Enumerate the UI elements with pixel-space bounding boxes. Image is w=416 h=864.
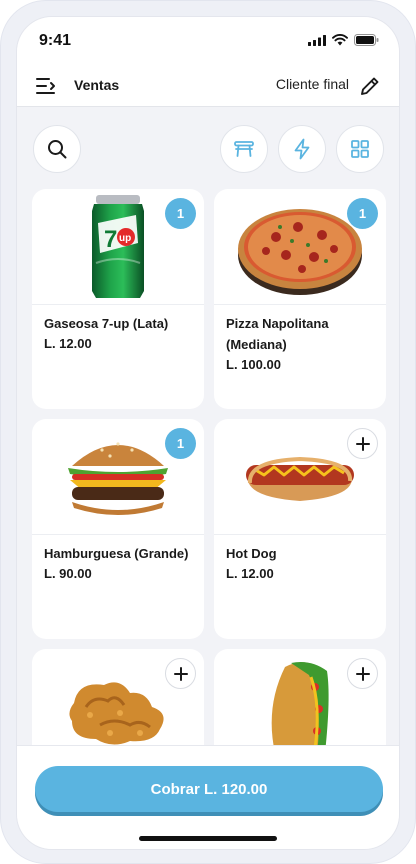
product-name: Hamburguesa (Grande) xyxy=(44,546,189,561)
home-indicator xyxy=(139,836,277,841)
plus-icon xyxy=(173,666,188,681)
product-card[interactable]: Hot Dog L. 12.00 xyxy=(214,419,386,639)
product-name: Gaseosa 7-up (Lata) xyxy=(44,316,169,331)
quantity-badge: 1 xyxy=(165,428,196,459)
product-price: L. 100.00 xyxy=(226,357,281,372)
checkout-footer: Cobrar L. 120.00 xyxy=(17,745,399,849)
product-image-area: 1 xyxy=(32,419,204,534)
product-name: Pizza Napolitana (Mediana) xyxy=(226,316,329,352)
checkout-button[interactable]: Cobrar L. 120.00 xyxy=(35,766,383,812)
product-card[interactable]: 1 Pizza Napolitana (Mediana) L. 100.00 xyxy=(214,189,386,409)
client-selector[interactable]: Cliente final xyxy=(276,76,349,92)
phone-frame: 9:41 Ventas Cliente final 7 up 1 Gaseosa… xyxy=(0,0,416,864)
quick-sale-button[interactable] xyxy=(278,125,326,173)
burger-image xyxy=(68,441,168,515)
product-price: L. 12.00 xyxy=(44,336,92,351)
svg-text:7: 7 xyxy=(104,226,117,253)
page-title: Ventas xyxy=(74,77,120,93)
product-price: L. 90.00 xyxy=(44,566,92,581)
tables-button[interactable] xyxy=(220,125,268,173)
product-image-area: 1 xyxy=(214,189,386,304)
product-name: Hot Dog xyxy=(226,546,277,561)
fried-chicken-image xyxy=(69,681,164,745)
app-header: Ventas Cliente final xyxy=(17,65,399,107)
product-card[interactable]: 1 Hamburguesa (Grande) L. 90.00 xyxy=(32,419,204,639)
quantity-badge: 1 xyxy=(165,198,196,229)
app-screen: 9:41 Ventas Cliente final 7 up 1 Gaseosa… xyxy=(16,16,400,850)
status-time: 9:41 xyxy=(39,32,72,49)
add-to-cart-button[interactable] xyxy=(165,658,196,689)
menu-icon xyxy=(36,78,55,94)
add-to-cart-button[interactable] xyxy=(347,658,378,689)
pizza-image xyxy=(238,208,362,295)
grid-view-button[interactable] xyxy=(336,125,384,173)
product-card[interactable]: 7 up 1 Gaseosa 7-up (Lata) L. 12.00 xyxy=(32,189,204,409)
quantity-badge: 1 xyxy=(347,198,378,229)
lightning-icon xyxy=(294,138,310,160)
table-icon xyxy=(234,141,254,157)
grid-icon xyxy=(351,140,369,158)
hotdog-image xyxy=(246,456,354,501)
status-bar: 9:41 xyxy=(17,17,399,65)
signal-icon xyxy=(308,34,326,46)
battery-icon xyxy=(354,34,379,46)
plus-icon xyxy=(355,436,370,451)
product-price: L. 12.00 xyxy=(226,566,274,581)
product-image-area: 7 up 1 xyxy=(32,189,204,304)
plus-icon xyxy=(355,666,370,681)
svg-text:up: up xyxy=(119,233,131,244)
search-icon xyxy=(48,140,67,159)
edit-client-button[interactable] xyxy=(358,74,382,98)
pencil-icon xyxy=(361,77,379,95)
taco-image xyxy=(271,661,329,753)
wifi-icon xyxy=(332,34,348,46)
menu-button[interactable] xyxy=(34,74,58,98)
search-button[interactable] xyxy=(33,125,81,173)
product-image-area xyxy=(214,419,386,534)
soda-can-image: 7 up xyxy=(92,194,144,298)
add-to-cart-button[interactable] xyxy=(347,428,378,459)
status-icons xyxy=(308,34,379,46)
